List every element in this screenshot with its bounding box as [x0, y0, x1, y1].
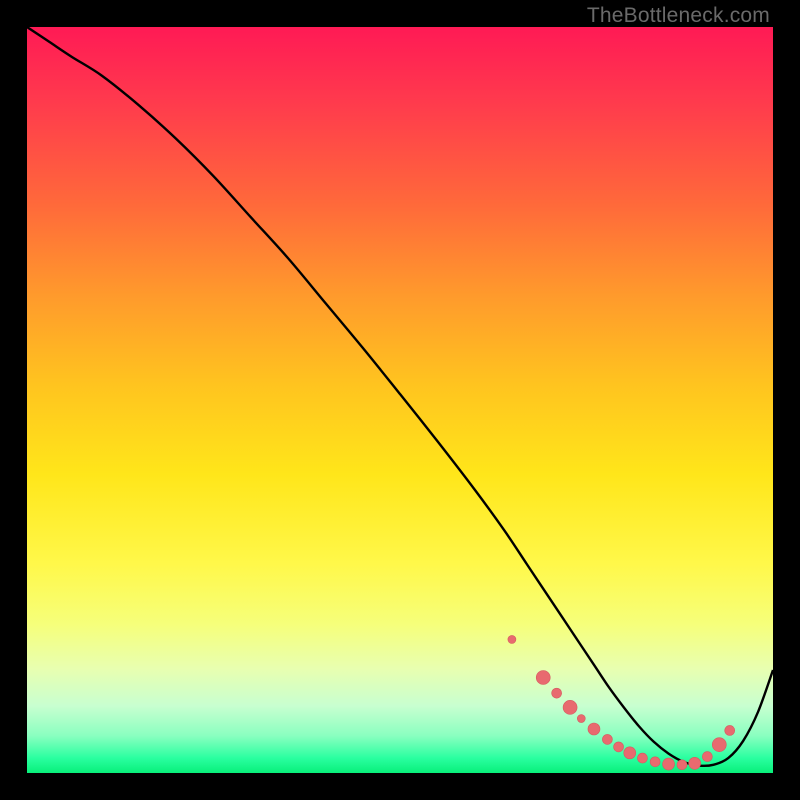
dots-layer: [27, 27, 773, 773]
marker-dot: [588, 723, 600, 735]
marker-dot: [663, 758, 675, 770]
marker-dot: [552, 688, 562, 698]
marker-dot: [602, 734, 612, 744]
marker-dot: [650, 757, 660, 767]
marker-dot: [563, 700, 577, 714]
plot-area: [27, 27, 773, 773]
marker-dot: [624, 747, 636, 759]
highlight-dots: [508, 635, 735, 770]
watermark-text: TheBottleneck.com: [587, 4, 770, 28]
chart-stage: TheBottleneck.com: [0, 0, 800, 800]
marker-dot: [614, 742, 624, 752]
marker-dot: [677, 760, 687, 770]
marker-dot: [725, 725, 735, 735]
marker-dot: [577, 715, 585, 723]
marker-dot: [536, 671, 550, 685]
marker-dot: [702, 752, 712, 762]
marker-dot: [689, 757, 701, 769]
marker-dot: [637, 753, 647, 763]
marker-dot: [508, 635, 516, 643]
marker-dot: [712, 738, 726, 752]
